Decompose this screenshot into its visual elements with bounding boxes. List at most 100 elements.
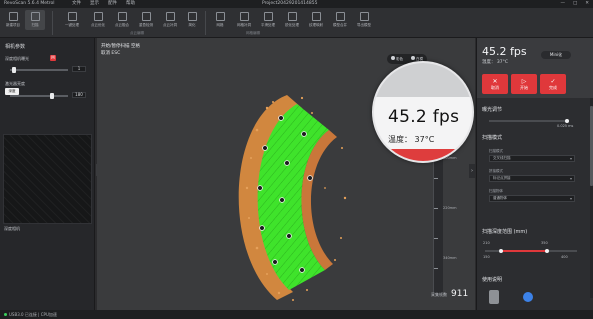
mesh-fill-button[interactable]: 网格补洞	[234, 10, 254, 30]
texture-button[interactable]: 纹理映射	[306, 10, 326, 30]
smooth-button[interactable]: 平滑处理	[258, 10, 278, 30]
main-toolbar: 新建项目 扫描 一键处理 点云优化 点云融合 重叠检测 点云补洞 简化 网格 网…	[0, 8, 593, 38]
group-label-mesh: 网格编辑	[246, 31, 260, 35]
sharpen-button[interactable]: 锐化处理	[282, 10, 302, 30]
ruler-tick	[434, 208, 438, 209]
frame-count-value: 911	[451, 289, 469, 299]
laser-brightness-input[interactable]: 180	[72, 92, 86, 98]
start-scan-button[interactable]: ▷ 开始	[511, 74, 537, 94]
fps-display: 45.2 fps	[482, 45, 527, 58]
range-high-handle[interactable]	[545, 249, 549, 253]
frame-counter: 采集帧数 911	[431, 289, 468, 299]
panel-title: 相机参数	[5, 44, 26, 50]
status-bar: USB3.0 已连接 | CPU加速	[0, 310, 593, 319]
align-mode-label: 拼接模式	[489, 169, 503, 173]
depth-range-selected	[501, 250, 547, 252]
range-low-handle[interactable]	[499, 249, 503, 253]
export-icon	[359, 12, 369, 21]
close-button[interactable]: ✕	[585, 0, 589, 8]
exposure-slider-handle[interactable]	[565, 119, 569, 123]
mesh-button[interactable]: 网格	[210, 10, 230, 30]
scan-mode-select[interactable]: 交叉线扫描	[489, 155, 575, 162]
simplify-button[interactable]: 简化	[182, 10, 202, 30]
depth-exposure-input[interactable]: 1	[72, 66, 86, 72]
new-project-button[interactable]: 新建项目	[3, 10, 23, 30]
magnifier-background	[374, 63, 472, 97]
align-mode-select[interactable]: 标记点拼接	[489, 175, 575, 182]
one-click-process-button[interactable]: 一键处理	[62, 10, 82, 30]
optimize-icon	[93, 12, 103, 21]
smooth-icon	[263, 12, 273, 21]
slider-handle[interactable]	[50, 93, 54, 99]
scan-mode-label: 扫描模式	[489, 149, 503, 153]
color-mode-option[interactable]: 彩色	[391, 56, 403, 62]
ruler-tick	[434, 178, 438, 179]
ruler-tick	[434, 238, 438, 239]
pointcloud-fusion-button[interactable]: 点云融合	[112, 10, 132, 30]
frame-count-label: 采集帧数	[431, 292, 447, 297]
minimize-button[interactable]: —	[560, 0, 565, 8]
magnified-fps: 45.2 fps	[388, 107, 460, 127]
project-name: Project20429201414855	[262, 1, 318, 6]
exposure-slider[interactable]	[489, 120, 569, 122]
depth-ruler	[433, 138, 443, 296]
fill-icon	[165, 12, 175, 21]
ruler-tick	[434, 268, 438, 269]
title-bar: RevoScan 5.6.4 Metrol 文件 显示 配件 帮助 Projec…	[0, 0, 593, 8]
mesh-fill-icon	[239, 12, 249, 21]
object-type-label: 扫描物体	[489, 189, 503, 193]
fusion-icon	[117, 12, 127, 21]
white-model-icon	[411, 56, 415, 60]
scan-control-panel: 45.2 fps 温度： 37°C Mini化 ✕ 取消 ▷ 开始 ✓ 完成 曝光调节…	[476, 38, 593, 310]
auto-exposure-badge[interactable]: M	[50, 55, 56, 61]
mini-mode-button[interactable]: Mini化	[541, 51, 571, 59]
window-controls: — □ ✕	[560, 0, 589, 8]
play-icon: ▷	[521, 77, 527, 85]
menu-help[interactable]: 帮助	[126, 0, 135, 8]
connection-status-icon	[4, 313, 7, 316]
model-merge-button[interactable]: 模型合并	[330, 10, 350, 30]
new-project-icon	[8, 12, 18, 21]
texture-icon	[311, 12, 321, 21]
menu-view[interactable]: 显示	[90, 0, 99, 8]
overlap-icon	[141, 12, 151, 21]
finish-scan-button[interactable]: ✓ 完成	[540, 74, 566, 94]
maximize-button[interactable]: □	[573, 0, 577, 8]
connection-status-text: USB3.0 已连接 | CPU加速	[9, 312, 57, 317]
scanner-thumbnail-icon[interactable]	[489, 290, 499, 304]
close-icon: ✕	[492, 77, 498, 85]
export-button[interactable]: 导出模型	[354, 10, 374, 30]
menu-file[interactable]: 文件	[72, 0, 81, 8]
object-type-select[interactable]: 普通物体	[489, 195, 575, 202]
slider-handle[interactable]	[12, 67, 16, 73]
depth-camera-preview	[3, 134, 92, 224]
pointcloud-fill-button[interactable]: 点云补洞	[160, 10, 180, 30]
depth-camera-label: 深度相机	[4, 226, 20, 231]
scan-button[interactable]: 扫描	[25, 10, 45, 30]
menu-accessories[interactable]: 配件	[108, 0, 117, 8]
laser-brightness-slider[interactable]	[10, 93, 68, 99]
ruler-label: 340mm	[443, 256, 457, 260]
range-high-value: 400	[561, 255, 568, 259]
scan-actions: ✕ 取消 ▷ 开始 ✓ 完成	[482, 74, 566, 94]
camera-settings-panel: 相机参数 深度相机曝光 M 1 激光器亮度 180 深度 深度相机	[0, 38, 95, 310]
depth-exposure-slider[interactable]	[10, 67, 68, 73]
overlap-detect-button[interactable]: 重叠检测	[136, 10, 156, 30]
range-low-value: 150	[483, 255, 490, 259]
help-section-title: 使用说明	[482, 277, 503, 283]
tooltip: 深度	[5, 88, 19, 95]
scan-mode-section-title: 扫描模式	[482, 135, 503, 141]
pointcloud-optimize-button[interactable]: 点云优化	[88, 10, 108, 30]
merge-icon	[335, 12, 345, 21]
process-icon	[67, 12, 77, 21]
ruler-label: 220mm	[443, 206, 457, 210]
help-info-icon[interactable]	[523, 292, 533, 302]
group-label-pointcloud: 点云编辑	[130, 31, 144, 35]
mesh-icon	[215, 12, 225, 21]
temperature-display: 温度： 37°C	[482, 60, 509, 65]
color-mode-icon	[391, 56, 395, 60]
right-panel-collapse-button[interactable]: ›	[469, 164, 475, 178]
cancel-scan-button[interactable]: ✕ 取消	[482, 74, 508, 94]
simplify-icon	[187, 12, 197, 21]
preview-noise	[4, 135, 91, 223]
